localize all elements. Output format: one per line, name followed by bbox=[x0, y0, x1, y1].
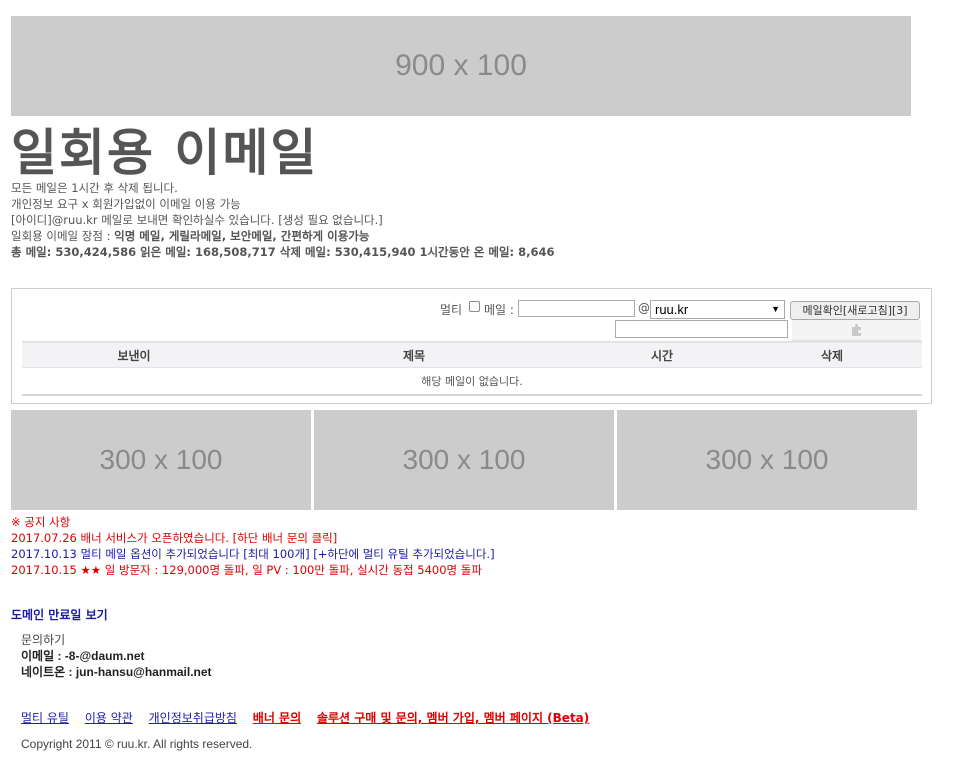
footer-link-terms[interactable]: 이용 약관 bbox=[85, 711, 133, 725]
footer-link-solution[interactable]: 솔루션 구매 및 문의, 멤버 가입, 멤버 페이지 (Beta) bbox=[317, 711, 589, 725]
footer-link-privacy[interactable]: 개인정보취급방침 bbox=[149, 711, 237, 725]
info-line-1: 모든 메일은 1시간 후 삭제 됩니다. bbox=[11, 181, 178, 195]
contact-nateon: 네이트온 : jun-hansu@hanmail.net bbox=[21, 665, 212, 679]
domain-expiry-link[interactable]: 도메인 만료일 보기 bbox=[11, 606, 108, 623]
mail-check-panel: 멀티 메일 : @ ruu.kr ▼ 메일확인[새로고침][3] 보낸이 제목 … bbox=[11, 288, 932, 404]
column-delete: 삭제 bbox=[742, 341, 922, 368]
multi-checkbox[interactable] bbox=[469, 301, 480, 312]
mail-stats: 총 메일: 530,424,586 읽은 메일: 168,508,717 삭제 … bbox=[11, 245, 555, 259]
contact-email: 이메일 : -8-@daum.net bbox=[21, 649, 145, 663]
domain-select[interactable]: ruu.kr ▼ bbox=[650, 300, 785, 319]
notice-section: ※ 공지 사항 2017.07.26 배너 서비스가 오픈하였습니다. [하단 … bbox=[11, 514, 495, 578]
copyright: Copyright 2011 © ruu.kr. All rights rese… bbox=[21, 737, 253, 751]
ad-banner-2-label: 300 x 100 bbox=[402, 444, 526, 475]
info-line-3: [아이디]@ruu.kr 메일로 보내면 확인하실수 있습니다. [생성 필요 … bbox=[11, 213, 383, 227]
info-line-4-features: 익명 메일, 게릴라메일, 보안메일, 간편하게 이용가능 bbox=[114, 229, 370, 243]
empty-mail-message: 해당 메일이 없습니다. bbox=[22, 367, 922, 396]
captcha-input[interactable] bbox=[615, 320, 788, 338]
ad-banner-1-label: 300 x 100 bbox=[99, 444, 223, 475]
footer-link-banner-inquiry[interactable]: 배너 문의 bbox=[253, 711, 301, 725]
top-ad-banner[interactable]: 900 x 100 bbox=[11, 16, 911, 116]
footer-links: 멀티 유틸 이용 약관 개인정보취급방침 배너 문의 솔루션 구매 및 문의, … bbox=[21, 709, 601, 726]
column-subject: 제목 bbox=[246, 341, 582, 368]
notice-item-3: 2017.10.15 ★★ 일 방문자 : 129,000명 돌파, 일 PV … bbox=[11, 563, 482, 577]
ad-banner-3[interactable]: 300 x 100 bbox=[617, 410, 917, 510]
mail-id-input[interactable] bbox=[518, 300, 635, 317]
info-line-2: 개인정보 요구 x 회원가입없이 이메일 이용 가능 bbox=[11, 197, 241, 211]
mail-table: 보낸이 제목 시간 삭제 해당 메일이 없습니다. bbox=[22, 341, 922, 396]
top-banner-label: 900 x 100 bbox=[395, 49, 527, 82]
mail-table-header: 보낸이 제목 시간 삭제 bbox=[22, 341, 922, 368]
notice-header: ※ 공지 사항 bbox=[11, 515, 71, 529]
column-sender: 보낸이 bbox=[22, 341, 246, 368]
multi-label: 멀티 bbox=[440, 303, 463, 317]
at-sign: @ bbox=[638, 301, 650, 315]
captcha-widget[interactable] bbox=[792, 320, 921, 341]
info-line-4: 일회용 이메일 장점 : 익명 메일, 게릴라메일, 보안메일, 간편하게 이용… bbox=[11, 228, 369, 245]
ad-banner-2[interactable]: 300 x 100 bbox=[314, 410, 614, 510]
page-title: 일회용 이메일 bbox=[11, 124, 319, 182]
info-line-4-prefix: 일회용 이메일 장점 : bbox=[11, 229, 115, 243]
ad-banner-1[interactable]: 300 x 100 bbox=[11, 410, 311, 510]
footer-link-multi-util[interactable]: 멀티 유틸 bbox=[21, 711, 69, 725]
notice-item-1[interactable]: 2017.07.26 배너 서비스가 오픈하였습니다. [하단 배너 문의 클릭… bbox=[11, 530, 495, 546]
contact-heading: 문의하기 bbox=[21, 633, 66, 647]
dropdown-arrow-icon: ▼ bbox=[771, 304, 780, 314]
check-mail-button[interactable]: 메일확인[새로고침][3] bbox=[790, 301, 920, 320]
domain-selected-value: ruu.kr bbox=[655, 302, 689, 317]
ad-banner-3-label: 300 x 100 bbox=[705, 444, 829, 475]
mail-label: 메일 : bbox=[484, 303, 514, 317]
column-time: 시간 bbox=[582, 341, 742, 368]
notice-item-2[interactable]: 2017.10.13 멀티 메일 옵션이 추가되었습니다 [최대 100개] [… bbox=[11, 546, 495, 562]
table-row: 해당 메일이 없습니다. bbox=[22, 367, 922, 396]
puzzle-icon bbox=[851, 324, 861, 336]
contact-section: 문의하기 이메일 : -8-@daum.net 네이트온 : jun-hansu… bbox=[21, 632, 212, 680]
